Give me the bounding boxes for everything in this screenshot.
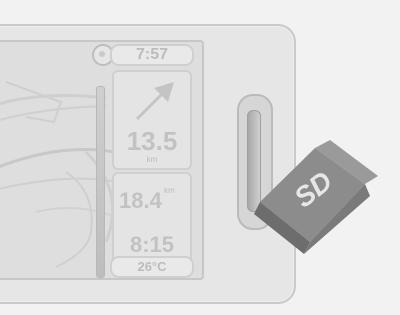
navigation-screen: 7:57 13.5 km 18.4 km 8:15 26°C: [0, 40, 204, 280]
remaining-distance: 18.4: [119, 188, 162, 213]
sd-card-icon[interactable]: SD: [240, 132, 390, 262]
arrow-up-right-icon: [136, 82, 174, 120]
temperature-display: 26°C: [110, 256, 194, 278]
next-turn-distance: 13.5: [126, 126, 178, 156]
clock-display: 7:57: [110, 44, 194, 66]
arrival-time: 8:15: [129, 232, 175, 257]
next-turn-panel: 13.5 km: [112, 70, 192, 170]
route-progress-bar: [96, 86, 105, 278]
trip-info-panel: 18.4 km 8:15: [112, 172, 192, 266]
next-turn-unit: km: [146, 155, 158, 164]
remaining-unit: km: [164, 186, 175, 195]
